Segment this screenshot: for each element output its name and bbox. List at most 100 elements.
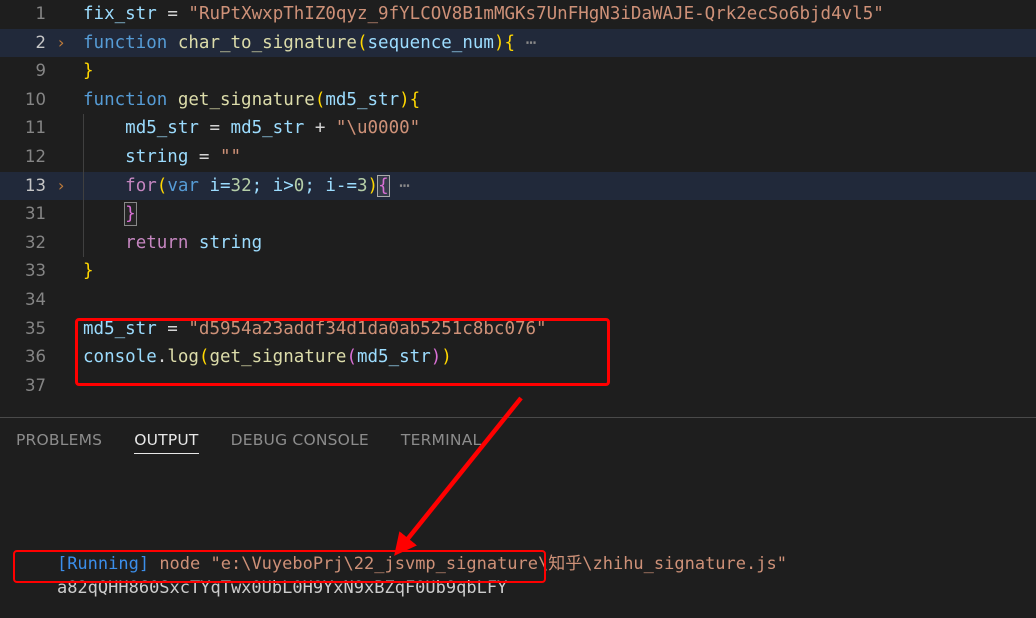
code-token: md5_str [125, 118, 199, 139]
code-token: sequence_num [367, 32, 494, 53]
code-token: = [198, 118, 231, 139]
code-line[interactable]: 10 function get_signature(md5_str){ [0, 86, 1036, 115]
code-line[interactable]: 31 } [0, 200, 1036, 229]
code-token: { [409, 89, 421, 110]
line-number: 36 [25, 347, 46, 367]
line-number: 9 [35, 61, 47, 81]
code-token: return [125, 232, 189, 253]
code-token: = [167, 4, 178, 24]
code-token: md5_str [230, 118, 305, 139]
code-token: md5_str [356, 347, 431, 368]
line-number: 11 [25, 118, 46, 138]
code-token: console [83, 347, 157, 368]
tab-terminal[interactable]: TERMINAL [385, 418, 497, 462]
line-number: 34 [25, 289, 46, 309]
vscode-window: 1 fix_str = "RuPtXwxpThIZ0qyz_9fYLCOV8B1m… [0, 0, 1036, 605]
code-token: function [83, 32, 168, 53]
code-token: md5_str [83, 318, 157, 339]
code-token: + [304, 118, 336, 139]
code-token: ( [346, 347, 357, 368]
code-token: "" [219, 146, 242, 167]
code-line-content: for(var i=32; i>0; i-=3){ ⋯ [83, 172, 1036, 201]
code-token: i= [198, 175, 231, 196]
code-token: ( [198, 347, 210, 368]
panel-tab-bar[interactable]: PROBLEMS OUTPUT DEBUG CONSOLE TERMINAL [0, 418, 497, 462]
code-token: var [167, 175, 199, 196]
code-token: for [125, 175, 157, 196]
code-line-content: fix_str = "RuPtXwxpThIZ0qyz_9fYLCOV8B1mM… [83, 0, 1036, 29]
code-token: string [125, 146, 189, 167]
code-token: { [377, 174, 390, 197]
code-line-content: } [83, 57, 1036, 86]
code-token: ( [156, 175, 168, 196]
chevron-right-icon[interactable]: › [58, 172, 72, 201]
code-token: 32 [230, 175, 252, 196]
terminal-result-line: a82qQHH860SxcTYqTwx0UbL0H9YxN9xBZqF0Ub9q… [16, 558, 507, 618]
tab-output[interactable]: OUTPUT [118, 418, 214, 462]
code-line[interactable]: 2 › function char_to_signature(sequence_nu… [0, 28, 1036, 58]
code-line[interactable]: 1 fix_str = "RuPtXwxpThIZ0qyz_9fYLCOV8B1m… [0, 0, 1036, 29]
code-token: . [156, 347, 168, 368]
code-token: { [504, 32, 516, 53]
code-token: md5_str [325, 89, 400, 110]
code-line[interactable]: 12 string = "" [0, 142, 1036, 172]
chevron-right-icon[interactable]: › [58, 29, 72, 58]
line-number: 31 [25, 204, 46, 224]
code-line-content: console.log(get_signature(md5_str)) [83, 343, 1036, 372]
code-token: = [188, 146, 220, 167]
code-token: get_signature [209, 347, 347, 368]
code-token: ) [430, 347, 442, 368]
code-line[interactable]: 33} [0, 257, 1036, 286]
code-token: ⋯ [515, 32, 537, 53]
code-line-content: return string [83, 229, 1036, 258]
code-line[interactable]: 36 console.log(get_signature(md5_str)) [0, 343, 1036, 372]
line-number: 10 [25, 89, 46, 109]
code-token: log [167, 347, 199, 368]
tab-problems[interactable]: PROBLEMS [0, 418, 118, 462]
code-line-content: function char_to_signature(sequence_num)… [83, 29, 1036, 58]
line-number: 32 [25, 232, 46, 252]
code-token: ( [314, 89, 326, 110]
code-line-content: } [83, 200, 1036, 229]
code-token: ) [367, 175, 379, 196]
code-line[interactable]: 37 [0, 372, 1036, 401]
code-token: } [83, 261, 94, 282]
code-editor[interactable]: 1 fix_str = "RuPtXwxpThIZ0qyz_9fYLCOV8B1m… [0, 0, 1036, 418]
code-token: char_to_signature [177, 32, 357, 53]
code-line[interactable]: 35 md5_str = "d5954a23addf34d1da0ab5251c8… [0, 315, 1036, 344]
signature-output-value: a82qQHH860SxcTYqTwx0UbL0H9YxN9xBZqF0Ub9q… [56, 578, 508, 598]
code-line[interactable]: 9} [0, 57, 1036, 86]
code-token: ; i-= [304, 175, 357, 196]
code-token: function [83, 89, 168, 110]
code-token: ( [356, 32, 368, 53]
code-token: ) [441, 347, 452, 368]
code-line[interactable]: 34 [0, 286, 1036, 315]
tab-debug-console[interactable]: DEBUG CONSOLE [215, 418, 385, 462]
code-line[interactable]: 32 return string [0, 228, 1036, 258]
code-token: "RuPtXwxpThIZ0qyz_9fYLCOV8B1mMGKs7UnFHgN… [188, 4, 884, 24]
code-token: = [156, 318, 189, 339]
code-token: get_signature [177, 89, 315, 110]
code-token: 3 [357, 175, 368, 196]
code-token: "\u0000" [335, 118, 421, 139]
line-number: 33 [25, 261, 46, 281]
code-line-content: string = "" [83, 143, 1036, 172]
code-token: ) [493, 32, 505, 53]
code-token: ) [399, 89, 410, 110]
code-line[interactable]: 13 › for(var i=32; i>0; i-=3){ ⋯ [0, 171, 1036, 201]
code-token: } [124, 202, 137, 227]
line-number: 1 [35, 4, 47, 23]
code-line-content: function get_signature(md5_str){ [83, 86, 1036, 115]
code-line[interactable]: 11 md5_str = md5_str + "\u0000" [0, 114, 1036, 143]
code-token: ⋯ [388, 175, 410, 196]
code-token: "d5954a23addf34d1da0ab5251c8bc076" [188, 318, 547, 339]
code-token: fix_str [83, 4, 157, 24]
